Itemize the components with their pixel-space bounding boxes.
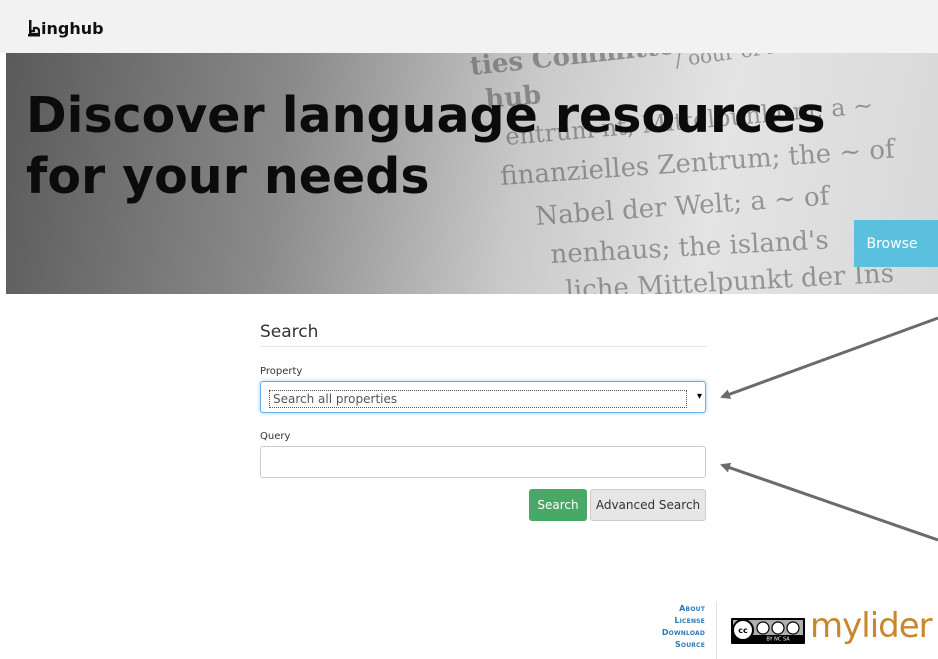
footer-link-source[interactable]: Source: [662, 639, 705, 651]
property-label: Property: [260, 366, 303, 377]
browse-button[interactable]: Browse: [854, 220, 938, 267]
cc-license-text: BY NC SA: [766, 637, 790, 643]
svg-text:cc: cc: [738, 626, 748, 635]
dropdown-arrow-icon: ▾: [696, 391, 702, 402]
brand-name: inghub: [41, 19, 104, 38]
mylider-logo[interactable]: mylider: [810, 606, 933, 646]
hero-title: Discover language resources for your nee…: [26, 85, 826, 207]
footer-link-license[interactable]: License: [662, 615, 705, 627]
query-label: Query: [260, 431, 291, 442]
search-button[interactable]: Search: [529, 489, 587, 521]
footer-link-about[interactable]: About: [662, 603, 705, 615]
linghub-logo-icon: [28, 20, 40, 37]
search-heading: Search: [260, 322, 706, 347]
svg-text:ties Committee: ties Committee: [469, 53, 693, 82]
hero-title-line1: Discover language resources: [26, 87, 826, 144]
arrow-to-query-input: [720, 462, 938, 542]
svg-text:nenhaus; the island's: nenhaus; the island's: [550, 225, 830, 270]
hero-banner: ties Committee / oour of House Un-Ameri …: [6, 53, 938, 294]
footer-link-download[interactable]: Download: [662, 627, 705, 639]
brand-logo[interactable]: inghub: [28, 19, 104, 38]
svg-text:/ oour of House Un-Ameri: / oour of House Un-Ameri: [673, 53, 934, 72]
creative-commons-badge[interactable]: cc BY NC SA: [731, 618, 805, 644]
arrow-to-property-select: [720, 316, 938, 399]
hero-title-line2: for your needs: [26, 148, 430, 205]
footer-links: About License Download Source: [662, 603, 705, 651]
query-input[interactable]: [260, 446, 706, 478]
property-select[interactable]: Search all properties ▾: [260, 381, 706, 413]
advanced-search-button[interactable]: Advanced Search: [590, 489, 706, 521]
top-navbar: inghub: [0, 0, 938, 53]
property-select-value: Search all properties: [269, 390, 687, 408]
footer-divider: [716, 601, 717, 659]
